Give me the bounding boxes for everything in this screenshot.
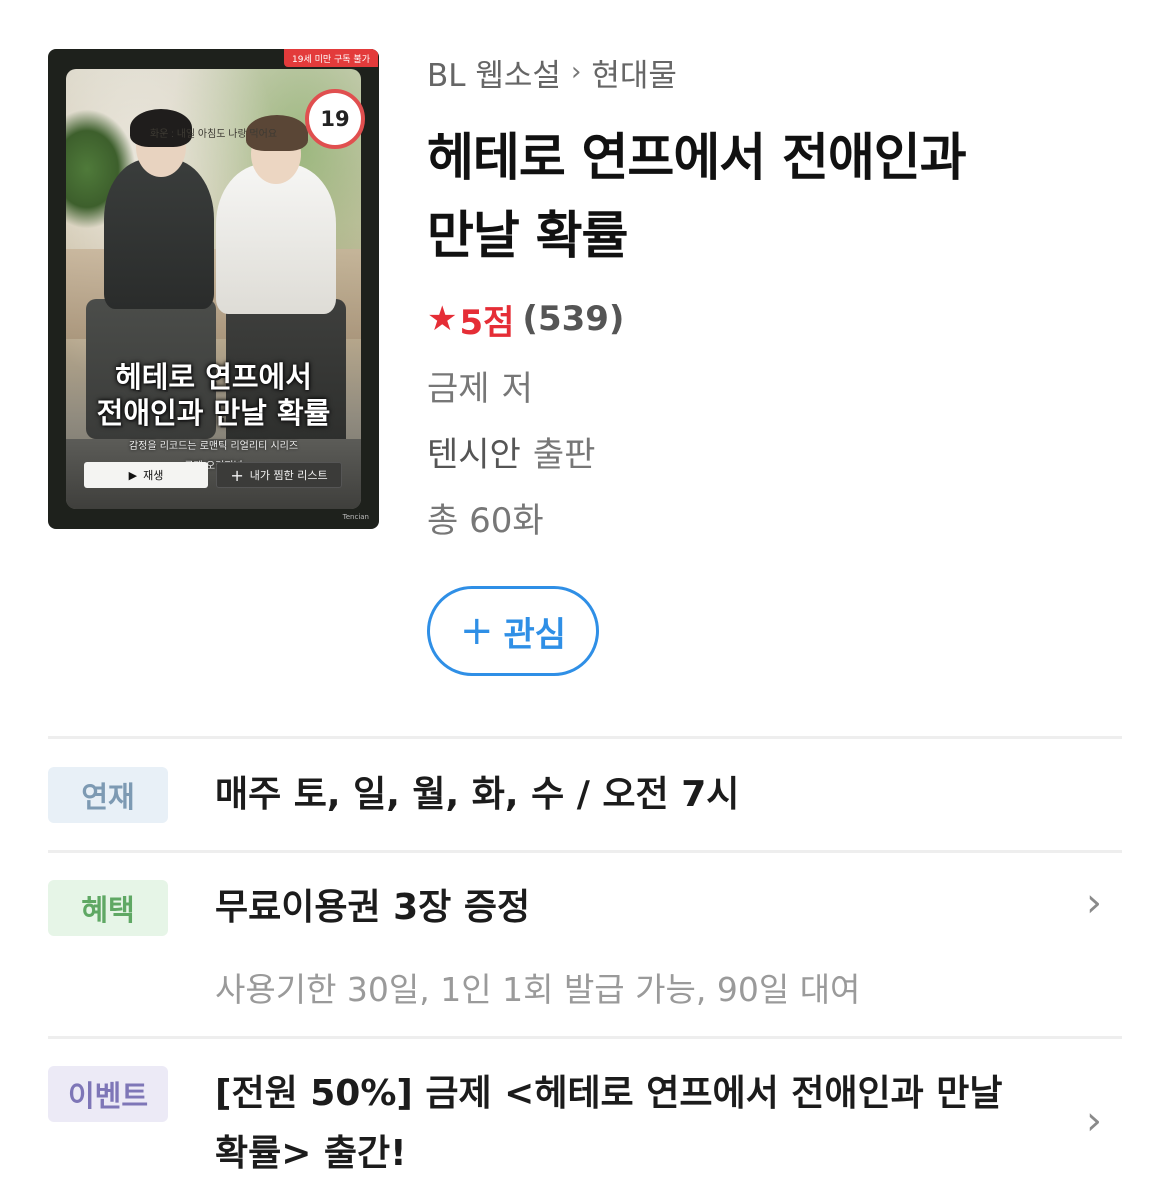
author-suffix: 저	[501, 368, 533, 409]
star-icon: ★	[427, 299, 458, 339]
rating-score: 5점	[459, 302, 515, 343]
title-line1: 헤테로 연프에서 전애인과	[427, 129, 967, 188]
chevron-right-icon[interactable]: ›	[1086, 880, 1102, 926]
event-text-line2: 확률> 출간!	[215, 1133, 407, 1174]
cover-figure-left	[104, 159, 214, 309]
publisher-suffix: 출판	[532, 434, 596, 475]
publisher-logo: Tencian	[342, 513, 369, 521]
breadcrumb-category[interactable]: BL 웹소설	[427, 50, 561, 95]
plus-icon: +	[459, 608, 494, 654]
cover-subtitle: 감정을 리코드는 로맨틱 리얼리티 시리즈	[128, 441, 299, 452]
benefit-tag: 혜택	[48, 880, 168, 936]
my-list-button[interactable]: + 내가 찜한 리스트	[216, 462, 342, 488]
rating-count: (539)	[522, 299, 625, 339]
cover-title-line1: 헤테로 연프에서	[115, 360, 312, 394]
chevron-right-icon: ›	[570, 57, 582, 87]
interest-button[interactable]: + 관심	[427, 586, 599, 676]
divider	[48, 736, 1122, 739]
divider	[48, 1036, 1122, 1039]
book-info: BL 웹소설 › 현대물 헤테로 연프에서 전애인과 만날 확률 ★ 5점 (5…	[427, 50, 1127, 676]
serial-schedule: 매주 토, 일, 월, 화, 수 / 오전 7시	[215, 774, 740, 815]
cover-title-line2: 전애인과 만날 확률	[96, 396, 331, 430]
book-cover[interactable]: 화운 : 내일 아침도 나랑 먹어요 헤테로 연프에서 전애인과 만날 확률 감…	[48, 49, 379, 529]
publisher-name[interactable]: 텐시안	[427, 427, 521, 476]
divider	[48, 850, 1122, 853]
event-tag: 이벤트	[48, 1066, 168, 1122]
page-title: 헤테로 연프에서 전애인과 만날 확률	[427, 120, 1127, 276]
plus-icon: +	[230, 465, 244, 485]
play-icon: ▶	[128, 468, 138, 482]
serial-tag: 연재	[48, 767, 168, 823]
play-button[interactable]: ▶ 재생	[84, 462, 208, 488]
my-list-label: 내가 찜한 리스트	[249, 469, 328, 482]
event-text[interactable]: [전원 50%] 금제 <헤테로 연프에서 전애인과 만날 확률> 출간!	[215, 1064, 1002, 1184]
episode-count: 총 60화	[427, 500, 544, 541]
rating[interactable]: ★ 5점 (539)	[427, 294, 1127, 344]
event-text-line1: [전원 50%] 금제 <헤테로 연프에서 전애인과 만날	[215, 1073, 1003, 1114]
interest-label: 관심	[503, 614, 567, 655]
benefit-details: 사용기한 30일, 1인 1회 발급 가능, 90일 대여	[215, 970, 861, 1009]
breadcrumb: BL 웹소설 › 현대물	[427, 50, 1127, 94]
author-name[interactable]: 금제	[427, 361, 490, 410]
play-label: 재생	[143, 469, 164, 482]
author-line: 금제 저	[427, 352, 1127, 418]
breadcrumb-subcategory[interactable]: 현대물	[591, 50, 677, 95]
benefit-text[interactable]: 무료이용권 3장 증정	[215, 878, 530, 938]
chevron-right-icon[interactable]: ›	[1086, 1098, 1102, 1144]
publisher-line: 텐시안 출판	[427, 418, 1127, 484]
title-line2: 만날 확률	[427, 207, 628, 266]
cover-figure-right	[216, 164, 336, 314]
age-rating-badge: 19	[305, 89, 365, 149]
age-restriction-banner: 19세 미만 구독 불가	[284, 49, 378, 67]
